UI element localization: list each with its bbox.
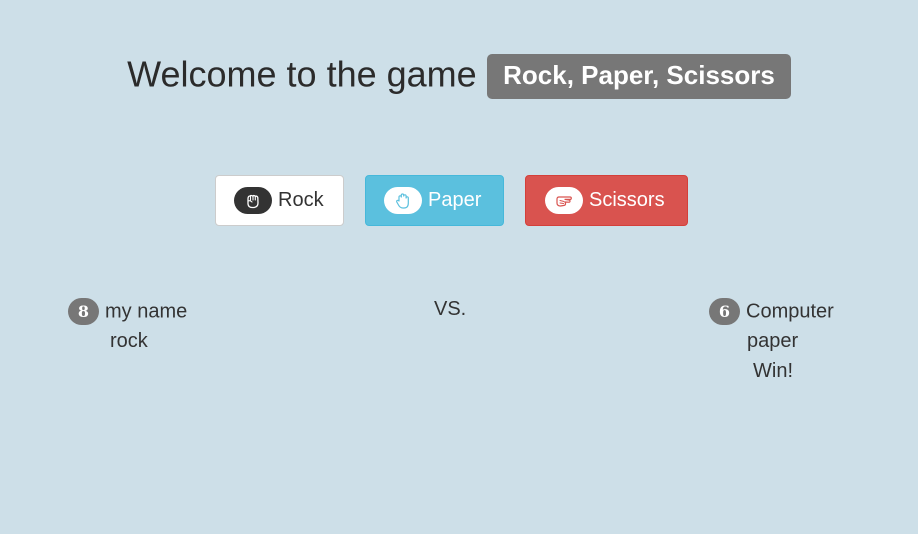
computer-panel: 6 Computer paper Win! [709, 296, 834, 382]
computer-score-badge: 6 [709, 298, 740, 326]
rock-button-label: Rock [278, 189, 324, 211]
rock-button[interactable]: Rock [215, 175, 344, 226]
computer-name: Computer [746, 300, 834, 323]
player-score-badge: 8 [68, 298, 99, 326]
scissors-button[interactable]: Scissors [525, 175, 688, 226]
player-name: my name [105, 300, 188, 323]
welcome-heading: Welcome to the game [127, 53, 477, 95]
paper-button-label: Paper [428, 189, 482, 211]
paper-button[interactable]: Paper [365, 175, 504, 226]
hand-rock-icon [234, 187, 272, 214]
hand-scissors-icon [545, 187, 583, 214]
round-result: Win! [753, 360, 793, 382]
hand-paper-icon [384, 187, 422, 214]
game-name-badge: Rock, Paper, Scissors [487, 54, 791, 99]
scissors-button-label: Scissors [589, 189, 665, 211]
player-choice: rock [110, 330, 148, 352]
computer-choice: paper [747, 330, 799, 352]
title-row: Welcome to the game Rock, Paper, Scissor… [0, 52, 918, 99]
versus-label: VS. [434, 298, 467, 320]
player-panel: 8 my name rock [68, 296, 188, 352]
